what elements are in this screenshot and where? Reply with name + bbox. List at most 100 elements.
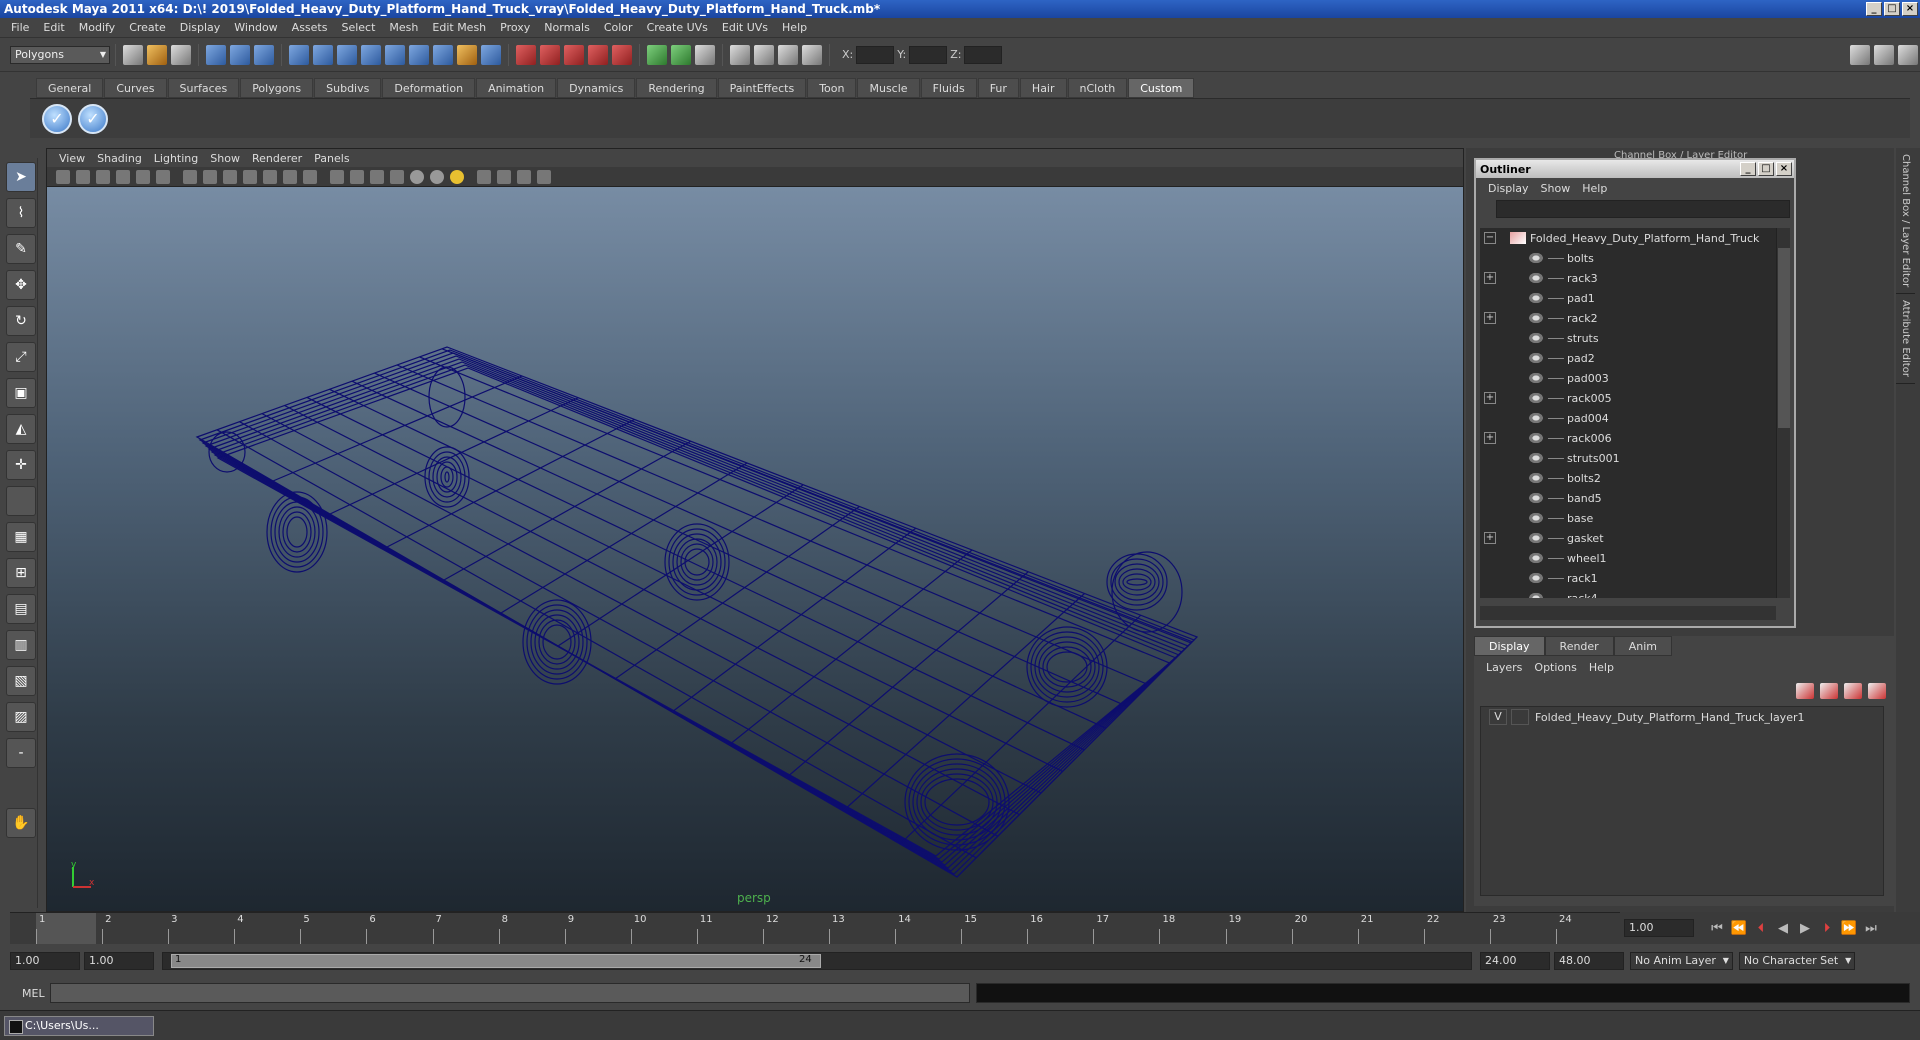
outliner-minimize-button[interactable]: _ [1740, 162, 1756, 176]
outliner-item[interactable]: struts001 [1480, 448, 1776, 468]
select-object-icon[interactable] [230, 44, 250, 65]
attribute-editor-vtab[interactable]: Attribute Editor [1896, 294, 1915, 385]
start-time-field[interactable]: 1.00 [10, 952, 80, 970]
outliner-menu-show[interactable]: Show [1535, 182, 1577, 195]
magnet-point-icon[interactable] [564, 44, 584, 65]
grid-icon[interactable] [183, 169, 197, 184]
outliner-persp-layout-icon[interactable]: ▤ [6, 594, 36, 624]
y-field[interactable] [909, 45, 948, 64]
shelf-tab-muscle[interactable]: Muscle [857, 78, 920, 98]
layer-row[interactable]: V Folded_Heavy_Duty_Platform_Hand_Truck_… [1481, 707, 1883, 727]
shelf-tab-painteffects[interactable]: PaintEffects [717, 78, 807, 98]
use-default-light-icon[interactable] [410, 169, 424, 184]
menu-create-uvs[interactable]: Create UVs [640, 21, 715, 34]
persp-graph-layout-icon[interactable]: ▨ [6, 702, 36, 732]
open-scene-icon[interactable] [147, 44, 167, 65]
menu-mesh[interactable]: Mesh [382, 21, 425, 34]
shelf-tab-polygons[interactable]: Polygons [240, 78, 314, 98]
shelf-tab-fur[interactable]: Fur [977, 78, 1019, 98]
shelf-tab-general[interactable]: General [36, 78, 104, 98]
bookmarks-icon[interactable] [96, 169, 110, 184]
show-tool-settings-icon[interactable] [1874, 44, 1894, 65]
outliner-item[interactable]: + rack2 [1480, 308, 1776, 328]
x-field[interactable] [856, 45, 895, 64]
menu-display[interactable]: Display [173, 21, 228, 34]
xray-joints-icon[interactable] [517, 169, 531, 184]
menu-normals[interactable]: Normals [537, 21, 597, 34]
menu-edit-uvs[interactable]: Edit UVs [715, 21, 775, 34]
minimize-button[interactable]: _ [1866, 2, 1882, 16]
anim-layer-dropdown[interactable]: No Anim Layer [1630, 952, 1733, 970]
textured-icon[interactable] [390, 169, 404, 184]
play-backwards-icon[interactable]: ◀ [1772, 921, 1794, 936]
paint-brush-icon[interactable]: ✋ [6, 808, 36, 838]
menu-edit-mesh[interactable]: Edit Mesh [425, 21, 493, 34]
isolate-select-icon[interactable] [497, 169, 511, 184]
outliner-close-button[interactable]: × [1776, 162, 1792, 176]
magnet-snap-icon[interactable] [516, 44, 536, 65]
outliner-item[interactable]: pad2 [1480, 348, 1776, 368]
film-gate-icon[interactable] [203, 169, 217, 184]
help-question-icon[interactable] [433, 44, 453, 65]
shelf-tab-hair[interactable]: Hair [1019, 78, 1067, 98]
viewport-menu-shading[interactable]: Shading [91, 152, 148, 165]
safe-title-icon[interactable] [303, 169, 317, 184]
outliner-item[interactable]: bolts [1480, 248, 1776, 268]
shelf-tab-curves[interactable]: Curves [104, 78, 167, 98]
magnet-plane-icon[interactable] [588, 44, 608, 65]
shelf-tab-surfaces[interactable]: Surfaces [167, 78, 240, 98]
step-forward-icon[interactable]: ⏩ [1838, 921, 1860, 936]
viewport-menu-panels[interactable]: Panels [308, 152, 355, 165]
2d-pan-zoom-icon[interactable] [136, 169, 150, 184]
magnet-curve-icon[interactable] [540, 44, 560, 65]
range-slider-handle[interactable] [171, 954, 821, 968]
use-all-lights-icon[interactable] [450, 169, 464, 184]
snap-curve-icon[interactable] [313, 44, 333, 65]
lasso-tool-icon[interactable]: ⌇ [6, 198, 36, 228]
shelf-tab-fluids[interactable]: Fluids [920, 78, 977, 98]
scroll-thumb[interactable] [1778, 248, 1790, 428]
layer-tab-display[interactable]: Display [1474, 636, 1545, 656]
shelf-tab-subdivs[interactable]: Subdivs [314, 78, 382, 98]
shelf-tab-deformation[interactable]: Deformation [382, 78, 476, 98]
shelf-tab-toon[interactable]: Toon [807, 78, 857, 98]
menu-create[interactable]: Create [122, 21, 173, 34]
ipr-render-icon[interactable] [778, 44, 798, 65]
time-slider[interactable]: 1 2 3 4 5 6 7 8 9 10 11 12 13 14 15 16 17 18 19 20 21 22 23 24 [10, 912, 1620, 945]
outliner-item[interactable]: rack4 [1480, 588, 1776, 598]
layer-playback-toggle[interactable] [1511, 709, 1529, 725]
scale-tool-icon[interactable]: ⤢ [6, 342, 36, 372]
new-layer-selected-icon[interactable] [1868, 683, 1886, 699]
select-camera-icon[interactable] [56, 169, 70, 184]
outliner-item[interactable]: wheel1 [1480, 548, 1776, 568]
outliner-maximize-button[interactable]: □ [1758, 162, 1774, 176]
close-button[interactable]: × [1902, 2, 1918, 16]
outliner-item[interactable]: + rack005 [1480, 388, 1776, 408]
expand-icon[interactable]: + [1484, 432, 1496, 444]
outliner-item[interactable]: + rack3 [1480, 268, 1776, 288]
end-time-field[interactable]: 48.00 [1554, 952, 1624, 970]
perspective-viewport[interactable]: View Shading Lighting Show Renderer Pane… [46, 148, 1464, 912]
play-forwards-icon[interactable]: ▶ [1794, 921, 1816, 936]
select-hierarchy-icon[interactable] [206, 44, 226, 65]
outliner-item[interactable]: bolts2 [1480, 468, 1776, 488]
outliner-item[interactable]: + rack006 [1480, 428, 1776, 448]
field-chart-icon[interactable] [263, 169, 277, 184]
layer-tab-render[interactable]: Render [1544, 636, 1614, 656]
outliner-root-item[interactable]: − Folded_Heavy_Duty_Platform_Hand_Truck [1480, 228, 1776, 248]
viewport-menu-lighting[interactable]: Lighting [148, 152, 204, 165]
expand-icon[interactable]: + [1484, 312, 1496, 324]
shelf-tab-ncloth[interactable]: nCloth [1067, 78, 1128, 98]
last-tool-icon[interactable] [6, 486, 36, 516]
select-tool-icon[interactable]: ➤ [6, 162, 36, 192]
menu-window[interactable]: Window [227, 21, 284, 34]
outliner-menu-display[interactable]: Display [1482, 182, 1535, 195]
safe-action-icon[interactable] [283, 169, 297, 184]
shelf-tab-custom[interactable]: Custom [1128, 78, 1195, 98]
rotate-tool-icon[interactable]: ↻ [6, 306, 36, 336]
outliner-menu-help[interactable]: Help [1576, 182, 1613, 195]
layer-menu-help[interactable]: Help [1583, 661, 1620, 674]
go-to-end-icon[interactable]: ⏭ [1860, 921, 1882, 936]
step-back-key-icon[interactable]: ⏴ [1750, 921, 1772, 936]
xray-icon[interactable] [477, 169, 491, 184]
